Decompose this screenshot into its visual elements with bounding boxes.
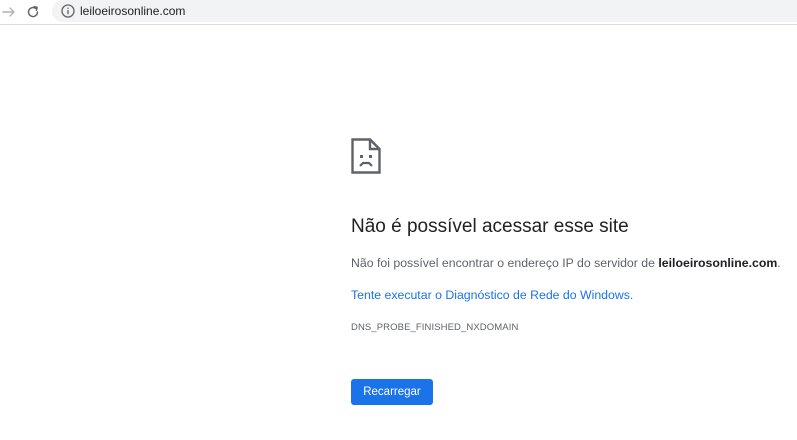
- browser-toolbar: leiloeirosonline.com: [0, 0, 797, 25]
- address-bar[interactable]: leiloeirosonline.com: [52, 0, 797, 22]
- error-description-suffix: .: [777, 256, 781, 270]
- error-title: Não é possível acessar esse site: [351, 216, 629, 237]
- reload-page-button[interactable]: Recarregar: [351, 379, 433, 405]
- url-text: leiloeirosonline.com: [80, 4, 186, 18]
- reload-icon: [27, 5, 39, 18]
- forward-button[interactable]: [0, 3, 18, 21]
- error-code: DNS_PROBE_FINISHED_NXDOMAIN: [351, 322, 519, 333]
- error-description: Não foi possível encontrar o endereço IP…: [351, 256, 781, 270]
- error-domain: leiloeirosonline.com: [658, 256, 778, 270]
- arrow-right-icon: [2, 7, 15, 17]
- error-description-prefix: Não foi possível encontrar o endereço IP…: [351, 256, 659, 270]
- sad-document-icon: [351, 138, 381, 174]
- network-diagnostics-link[interactable]: Tente executar o Diagnóstico de Rede do …: [351, 288, 633, 302]
- reload-button[interactable]: [24, 3, 42, 21]
- info-icon[interactable]: [60, 3, 76, 19]
